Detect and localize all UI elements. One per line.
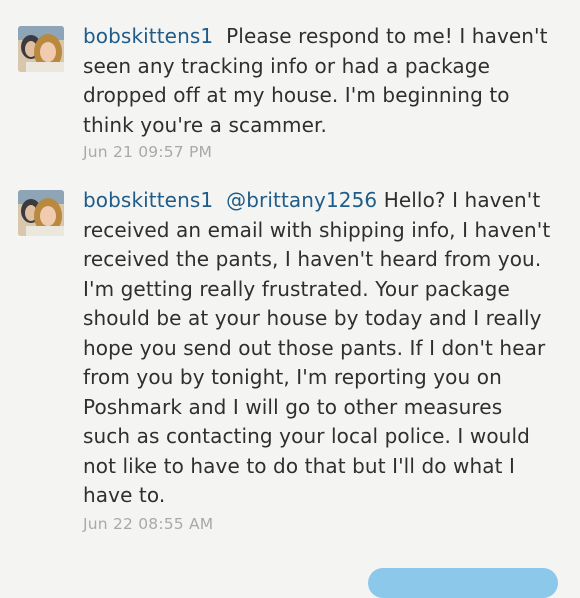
username-link[interactable]: bobskittens1: [83, 188, 213, 212]
username-link[interactable]: bobskittens1: [83, 24, 213, 48]
bottom-bar: [0, 568, 580, 598]
comment-timestamp: Jun 22 08:55 AM: [83, 515, 214, 533]
comment-message: Hello? I haven't received an email with …: [83, 188, 551, 507]
action-button[interactable]: [368, 568, 558, 598]
user-avatar[interactable]: [18, 26, 64, 72]
comment-body: bobskittens1 Please respond to me! I hav…: [83, 22, 553, 140]
comment-timestamp: Jun 21 09:57 PM: [83, 143, 213, 161]
mention-link[interactable]: @brittany1256: [226, 188, 377, 212]
comment-body: bobskittens1 @brittany1256 Hello? I have…: [83, 186, 553, 511]
user-avatar[interactable]: [18, 190, 64, 236]
